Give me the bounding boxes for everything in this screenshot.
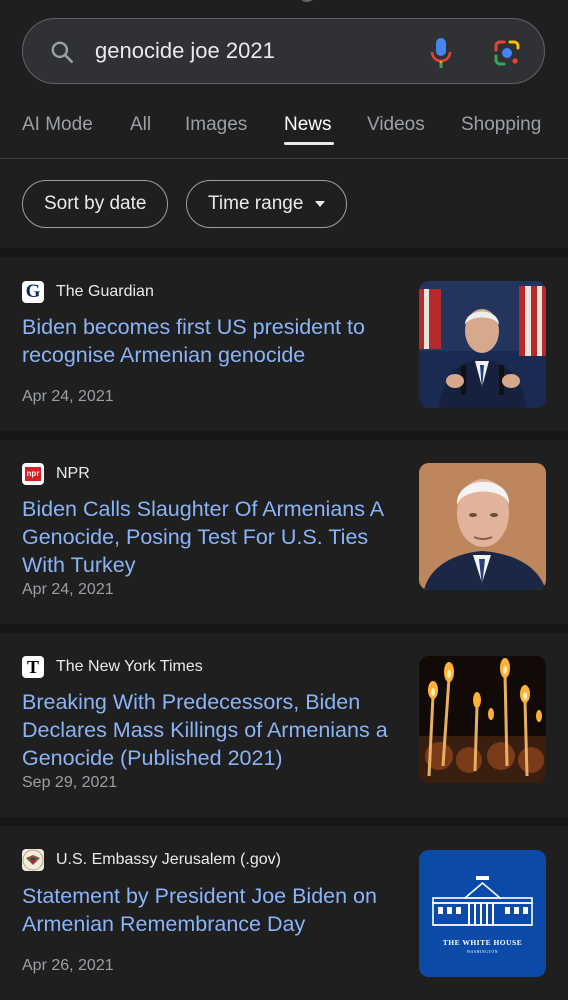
sort-by-date-label: Sort by date — [44, 193, 147, 214]
result-date: Apr 24, 2021 — [22, 388, 114, 405]
result-date: Apr 24, 2021 — [22, 581, 114, 598]
sort-by-date-button[interactable]: Sort by date — [22, 180, 169, 228]
section-separator — [0, 817, 568, 826]
news-result-card[interactable]: G The Guardian Biden becomes first US pr… — [0, 257, 568, 431]
google-lens-icon[interactable] — [493, 39, 521, 67]
tab-shopping[interactable]: Shopping — [461, 114, 541, 136]
news-result-card[interactable]: T The New York Times Breaking With Prede… — [0, 633, 568, 817]
source-name: U.S. Embassy Jerusalem (.gov) — [56, 851, 281, 868]
result-thumbnail[interactable]: THE WHITE HOUSE WASHINGTON — [419, 850, 546, 977]
source-name: The Guardian — [56, 283, 154, 300]
time-range-dropdown[interactable]: Time range — [186, 180, 348, 228]
search-bar[interactable]: genocide joe 2021 — [22, 18, 545, 84]
tab-ai-mode[interactable]: AI Mode — [22, 114, 93, 136]
result-thumbnail[interactable] — [419, 281, 546, 408]
white-house-logo: THE WHITE HOUSE WASHINGTON — [419, 850, 546, 977]
tab-videos[interactable]: Videos — [367, 114, 425, 136]
result-source: U.S. Embassy Jerusalem (.gov) — [22, 849, 281, 871]
divider — [0, 158, 568, 159]
news-result-card[interactable]: U.S. Embassy Jerusalem (.gov) Statement … — [0, 826, 568, 1000]
favicon-text: npr — [24, 467, 42, 481]
result-source: G The Guardian — [22, 281, 154, 303]
source-name: The New York Times — [56, 658, 203, 675]
result-thumbnail[interactable] — [419, 656, 546, 783]
nyt-logo-icon: T — [22, 656, 44, 678]
thumb-caption: THE WHITE HOUSE — [443, 938, 522, 947]
search-input[interactable]: genocide joe 2021 — [95, 38, 275, 64]
tab-all[interactable]: All — [130, 114, 151, 136]
npr-logo-icon: npr — [22, 463, 44, 485]
favicon-text: T — [26, 657, 39, 677]
result-source: T The New York Times — [22, 656, 203, 678]
favicon-text: G — [25, 281, 41, 302]
news-result-card[interactable]: npr NPR Biden Calls Slaughter Of Armenia… — [0, 440, 568, 624]
microphone-icon[interactable] — [429, 37, 453, 69]
source-name: NPR — [56, 465, 90, 482]
result-headline[interactable]: Biden becomes first US president to reco… — [22, 313, 402, 369]
result-source: npr NPR — [22, 463, 90, 485]
search-tabs: AI Mode All Images News Videos Shopping — [22, 114, 568, 154]
result-headline[interactable]: Breaking With Predecessors, Biden Declar… — [22, 688, 402, 772]
section-separator — [0, 248, 568, 257]
result-date: Apr 26, 2021 — [22, 957, 114, 974]
dropdown-arrow-icon — [315, 201, 326, 207]
tab-news[interactable]: News — [284, 114, 332, 136]
active-tab-indicator — [284, 142, 334, 145]
result-headline[interactable]: Statement by President Joe Biden on Arme… — [22, 882, 402, 938]
section-separator — [0, 624, 568, 633]
search-icon — [51, 41, 74, 64]
us-seal-icon — [22, 849, 44, 871]
status-indicator — [300, 0, 314, 2]
result-headline[interactable]: Biden Calls Slaughter Of Armenians A Gen… — [22, 495, 402, 579]
time-range-label: Time range — [208, 193, 304, 214]
result-date: Sep 29, 2021 — [22, 774, 118, 791]
section-separator — [0, 431, 568, 440]
thumb-subcaption: WASHINGTON — [467, 950, 498, 954]
result-thumbnail[interactable] — [419, 463, 546, 590]
guardian-logo-icon: G — [22, 281, 44, 303]
tab-images[interactable]: Images — [185, 114, 247, 136]
